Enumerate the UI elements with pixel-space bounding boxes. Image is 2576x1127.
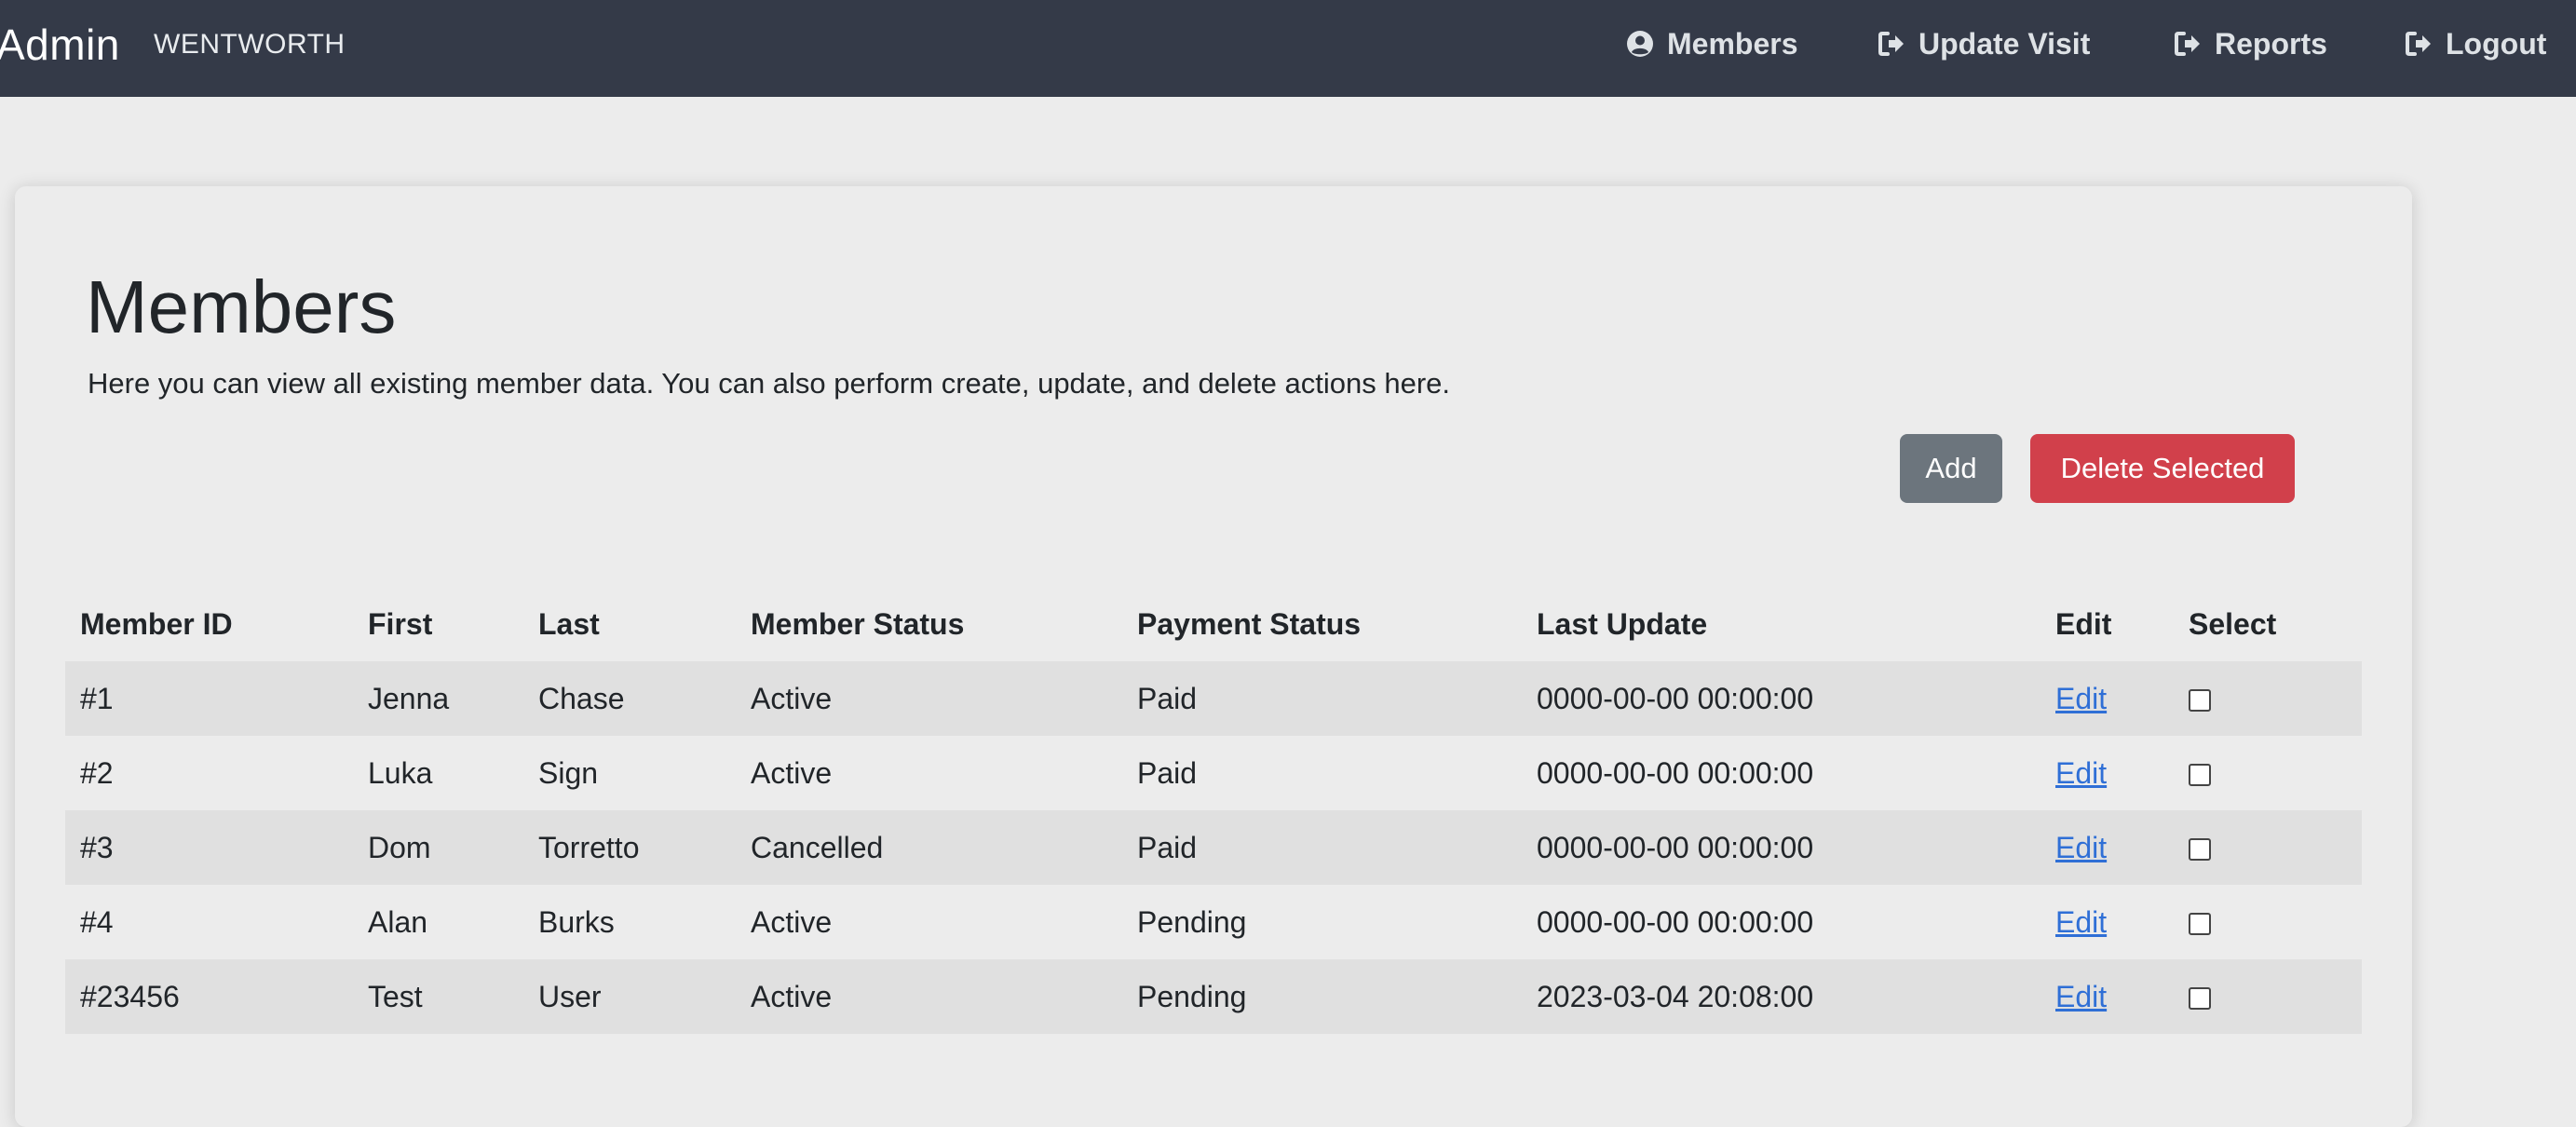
header-select: Select — [2189, 606, 2277, 641]
nav-update-visit-label: Update Visit — [1918, 26, 2091, 61]
cell-first: Alan — [368, 904, 428, 939]
cell-first: Jenna — [368, 681, 450, 715]
cell-last: Burks — [538, 904, 615, 939]
select-checkbox[interactable] — [2189, 689, 2211, 713]
nav-logout-label: Logout — [2446, 26, 2547, 61]
cell-first: Dom — [368, 830, 431, 864]
header-edit: Edit — [2055, 606, 2112, 641]
select-checkbox[interactable] — [2189, 764, 2211, 787]
cell-edit: Edit — [2040, 959, 2174, 1034]
table-row: #3 Dom Torretto Cancelled Paid 0000-00-0… — [65, 810, 2362, 885]
cell-last-update: 0000-00-00 00:00:00 — [1537, 755, 1814, 790]
members-card: Members Here you can view all existing m… — [15, 186, 2412, 1127]
edit-link[interactable]: Edit — [2055, 756, 2107, 790]
cell-member-id: #23456 — [80, 979, 180, 1013]
select-checkbox[interactable] — [2189, 838, 2211, 862]
top-navbar: Admin WENTWORTH Members Update Visit Rep… — [0, 0, 2576, 97]
cell-first: Test — [368, 979, 423, 1013]
table-row: #1 Jenna Chase Active Paid 0000-00-00 00… — [65, 661, 2362, 736]
cell-last: User — [538, 979, 602, 1013]
nav-members[interactable]: Members — [1626, 22, 1798, 65]
cell-select — [2174, 810, 2362, 885]
cell-select — [2174, 959, 2362, 1034]
page-title: Members — [86, 265, 397, 348]
table-row: #4 Alan Burks Active Pending 0000-00-00 … — [65, 885, 2362, 959]
table-row: #23456 Test User Active Pending 2023-03-… — [65, 959, 2362, 1034]
site-name[interactable]: WENTWORTH — [154, 26, 346, 63]
cell-payment-status: Paid — [1137, 830, 1198, 864]
cell-payment-status: Paid — [1137, 681, 1198, 715]
cell-payment-status: Paid — [1137, 755, 1198, 790]
brand-title[interactable]: Admin — [0, 19, 120, 71]
page-description: Here you can view all existing member da… — [88, 367, 1451, 400]
cell-first: Luka — [368, 755, 433, 790]
cell-select — [2174, 885, 2362, 959]
nav-logout[interactable]: Logout — [2405, 22, 2546, 65]
table-header-row: Member ID First Last Member Status Payme… — [65, 587, 2362, 661]
cell-member-status: Cancelled — [751, 830, 884, 864]
cell-last: Torretto — [538, 830, 640, 864]
cell-edit: Edit — [2040, 736, 2174, 810]
cell-last-update: 0000-00-00 00:00:00 — [1537, 681, 1814, 715]
cell-last: Chase — [538, 681, 625, 715]
user-circle-icon — [1626, 30, 1654, 58]
cell-payment-status: Pending — [1137, 904, 1247, 939]
cell-member-status: Active — [751, 755, 833, 790]
cell-last-update: 0000-00-00 00:00:00 — [1537, 904, 1814, 939]
cell-member-status: Active — [751, 979, 833, 1013]
cell-edit: Edit — [2040, 810, 2174, 885]
cell-last-update: 0000-00-00 00:00:00 — [1537, 830, 1814, 864]
cell-edit: Edit — [2040, 661, 2174, 736]
header-member-id: Member ID — [80, 606, 233, 641]
header-first: First — [368, 606, 433, 641]
select-checkbox[interactable] — [2189, 987, 2211, 1011]
cell-last-update: 2023-03-04 20:08:00 — [1537, 979, 1814, 1013]
cell-member-id: #4 — [80, 904, 114, 939]
edit-link[interactable]: Edit — [2055, 980, 2107, 1013]
table-row: #2 Luka Sign Active Paid 0000-00-00 00:0… — [65, 736, 2362, 810]
cell-member-status: Active — [751, 681, 833, 715]
cell-member-status: Active — [751, 904, 833, 939]
cell-select — [2174, 736, 2362, 810]
header-member-status: Member Status — [751, 606, 965, 641]
nav-update-visit[interactable]: Update Visit — [1878, 22, 2090, 65]
edit-link[interactable]: Edit — [2055, 905, 2107, 939]
cell-member-id: #3 — [80, 830, 114, 864]
cell-last: Sign — [538, 755, 599, 790]
edit-link[interactable]: Edit — [2055, 682, 2107, 715]
nav-reports-label: Reports — [2215, 26, 2327, 61]
cell-member-id: #2 — [80, 755, 114, 790]
sign-out-arrow-icon — [2174, 31, 2202, 57]
cell-select — [2174, 661, 2362, 736]
cell-payment-status: Pending — [1137, 979, 1247, 1013]
nav-reports[interactable]: Reports — [2174, 22, 2327, 65]
cell-edit: Edit — [2040, 885, 2174, 959]
header-last: Last — [538, 606, 600, 641]
delete-selected-button[interactable]: Delete Selected — [2030, 434, 2295, 503]
sign-out-arrow-icon — [1878, 31, 1905, 57]
add-button[interactable]: Add — [1900, 434, 2002, 503]
sign-out-arrow-icon — [2405, 31, 2433, 57]
header-last-update: Last Update — [1537, 606, 1708, 641]
cell-member-id: #1 — [80, 681, 114, 715]
select-checkbox[interactable] — [2189, 913, 2211, 936]
edit-link[interactable]: Edit — [2055, 831, 2107, 864]
nav-members-label: Members — [1667, 26, 1798, 61]
members-table: Member ID First Last Member Status Payme… — [65, 587, 2362, 1034]
header-payment-status: Payment Status — [1137, 606, 1362, 641]
